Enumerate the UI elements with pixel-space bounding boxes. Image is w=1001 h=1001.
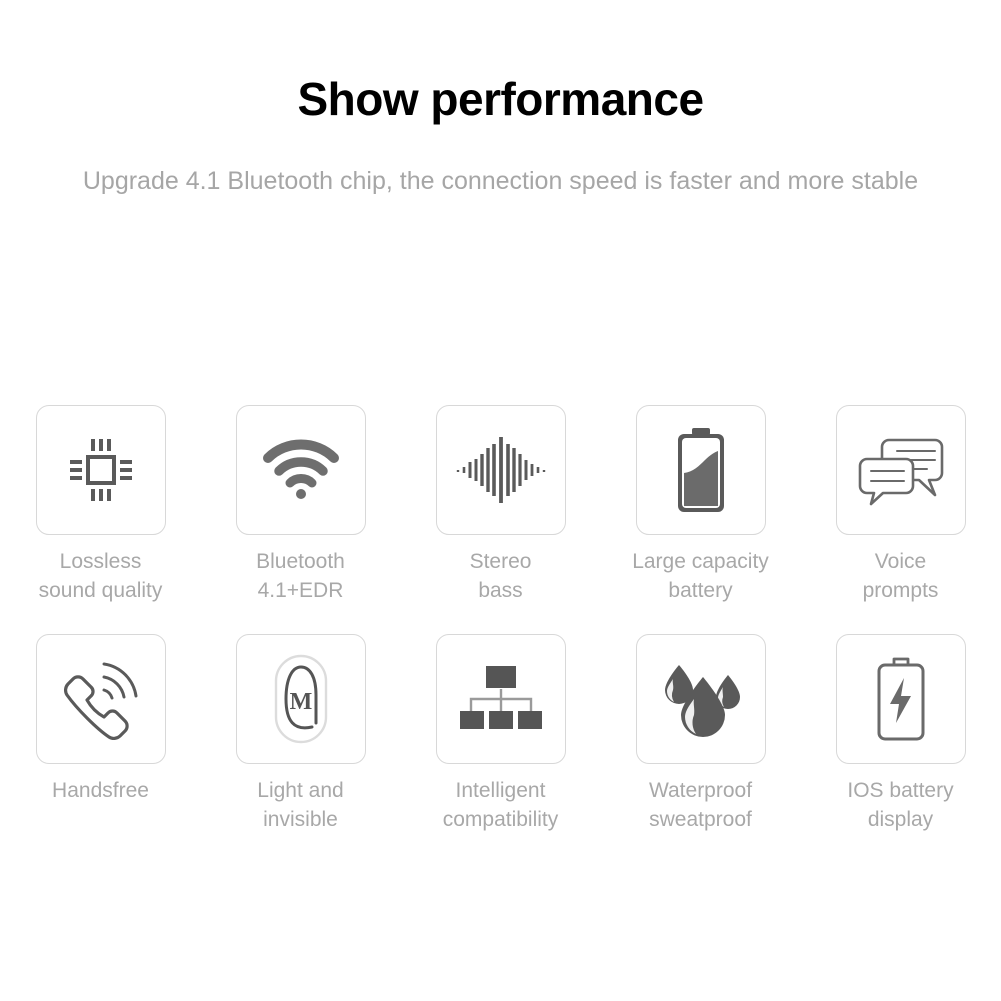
feature-label: Light and invisible: [257, 778, 344, 831]
feature-label: Large capacity battery: [632, 550, 769, 602]
feature-label: Handsfree: [52, 778, 149, 802]
feature-label: Bluetooth 4.1+EDR: [256, 550, 345, 602]
feature-icon-tile: [435, 405, 566, 535]
feature-item-waterproof: Waterproof sweatproof: [601, 633, 801, 835]
feature-icon-tile: [835, 633, 966, 764]
feature-item-intelligent-compatibility: Intelligent compatibility: [401, 633, 601, 835]
feature-item-stereo-bass: Stereo bass: [401, 405, 601, 606]
feature-label: Voice prompts: [862, 550, 939, 602]
chip-icon: [64, 433, 138, 507]
feature-item-handsfree: Handsfree: [1, 633, 201, 806]
feature-item-light-and-invisible: M Light and invisible: [201, 633, 401, 835]
feature-icon-tile: M: [235, 633, 366, 764]
bluetooth-wifi-signal-icon: [262, 437, 340, 503]
feature-icon-tile: [235, 405, 366, 535]
battery-filled-icon: [671, 426, 731, 514]
feature-label: Stereo bass: [469, 550, 532, 602]
svg-text:M: M: [289, 689, 312, 715]
promo-page: Show performance Upgrade 4.1 Bluetooth c…: [0, 0, 1001, 1001]
feature-icon-tile: [635, 405, 766, 535]
feature-icon-tile: [635, 633, 766, 764]
feature-item-lossless-sound-quality: Lossless sound quality: [1, 405, 201, 606]
feature-label: IOS battery display: [847, 778, 954, 831]
earbud-m-icon: M: [268, 653, 334, 745]
feature-grid: Lossless sound quality Bluetooth 4.1+EDR…: [0, 405, 1001, 835]
speech-bubbles-icon: [858, 433, 944, 507]
page-title: Show performance: [297, 73, 704, 125]
feature-icon-tile: [435, 633, 566, 764]
audio-waveform-icon: [455, 432, 547, 508]
water-droplets-icon: [657, 661, 745, 737]
phone-handset-icon: [59, 657, 143, 741]
page-subtitle: Upgrade 4.1 Bluetooth chip, the connecti…: [82, 166, 919, 195]
feature-item-large-capacity-battery: Large capacity battery: [601, 405, 801, 606]
feature-item-bluetooth: Bluetooth 4.1+EDR: [201, 405, 401, 606]
page-header: Show performance Upgrade 4.1 Bluetooth c…: [0, 0, 1001, 203]
feature-icon-tile: [835, 405, 966, 535]
battery-bolt-icon: [872, 656, 930, 742]
feature-label: Lossless sound quality: [38, 550, 163, 602]
feature-label: Intelligent compatibility: [442, 778, 559, 831]
feature-item-ios-battery-display: IOS battery display: [801, 633, 1001, 835]
feature-row: Handsfree M Light and invisible Intellig…: [0, 633, 1001, 835]
feature-row: Lossless sound quality Bluetooth 4.1+EDR…: [0, 405, 1001, 606]
feature-icon-tile: [35, 405, 166, 535]
feature-icon-tile: [35, 633, 166, 764]
feature-label: Waterproof sweatproof: [648, 778, 753, 831]
hierarchy-tree-icon: [457, 663, 545, 735]
feature-item-voice-prompts: Voice prompts: [801, 405, 1001, 606]
